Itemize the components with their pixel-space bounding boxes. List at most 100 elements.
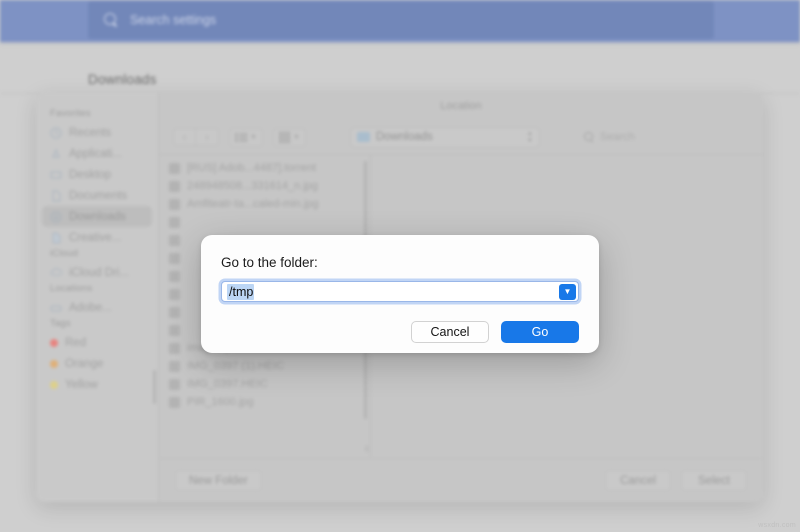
sidebar-item-label: Adobe...	[69, 301, 112, 314]
file-name: IMG_0397 (1).HEIC	[187, 360, 285, 372]
sidebar-group-favorites: Favorites Recents Applicati... Desktop D…	[36, 108, 158, 248]
file-name: 248948508...331614_n.jpg	[187, 180, 318, 192]
tag-dot-icon	[50, 359, 58, 368]
disk-icon	[50, 302, 62, 314]
sidebar-group-title: Tags	[50, 318, 71, 329]
sidebar-group-title: Favorites	[50, 108, 91, 119]
sidebar-item-tag-orange[interactable]: Orange	[42, 353, 152, 374]
file-icon	[169, 306, 180, 318]
folder-path-input-value[interactable]: /tmp	[227, 283, 255, 300]
sidebar-item-tag-yellow[interactable]: Yellow	[42, 374, 152, 395]
column-resize-handle[interactable]: ‖	[365, 444, 370, 454]
file-icon	[169, 270, 180, 282]
image-file-icon	[169, 396, 180, 408]
torrent-file-icon	[169, 162, 180, 174]
tag-dot-icon	[50, 338, 58, 347]
view-mode-button[interactable]: ▼	[229, 127, 263, 147]
dialog-cancel-button[interactable]: Cancel	[411, 321, 489, 343]
finder-search-placeholder: Search	[599, 131, 635, 143]
settings-search-input[interactable]: Search settings	[88, 1, 714, 39]
settings-top-bar: Search settings	[0, 0, 800, 42]
sidebar-item-label: Desktop	[69, 168, 112, 181]
settings-search-placeholder: Search settings	[130, 13, 217, 27]
sidebar-group-icloud: iCloud iCloud Dri...	[36, 248, 158, 283]
sidebar-item-creative[interactable]: Creative...	[42, 227, 152, 248]
applications-icon	[50, 147, 62, 160]
search-icon	[583, 132, 594, 142]
grid-view-icon	[278, 131, 290, 143]
group-by-button[interactable]: ▼	[272, 127, 306, 147]
folder-path-combobox[interactable]: /tmp ▼	[221, 281, 579, 302]
document-icon	[50, 232, 62, 244]
forward-button[interactable]: ›	[196, 128, 219, 146]
list-item[interactable]: IMG_0397.HEIC	[159, 375, 370, 393]
sidebar-group-tags: Tags Red Orange Yellow	[36, 318, 158, 395]
document-icon	[50, 189, 62, 202]
downloads-icon	[50, 210, 62, 223]
sidebar-item-label: Orange	[65, 357, 104, 370]
sidebar-item-desktop[interactable]: Desktop	[42, 164, 152, 185]
cloud-icon	[50, 267, 63, 279]
list-item[interactable]: 248948508...331614_n.jpg	[159, 177, 370, 195]
file-icon	[169, 216, 180, 228]
sidebar-item-label: Downloads	[69, 210, 126, 223]
list-item[interactable]	[159, 213, 370, 231]
file-name: PIR_1600.jpg	[187, 396, 254, 408]
sidebar-item-icloud-drive[interactable]: iCloud Dri...	[42, 262, 152, 283]
list-item[interactable]: Amfiteatr-ta...caled-min.jpg	[159, 195, 370, 213]
list-item[interactable]: PIR_1600.jpg	[159, 393, 370, 411]
back-button[interactable]: ‹	[173, 128, 196, 146]
stepper-icon: ▲ ▼	[526, 130, 533, 144]
location-label: Downloads	[375, 131, 433, 143]
page-title: Downloads	[88, 72, 157, 87]
sidebar-item-downloads[interactable]: Downloads	[42, 206, 152, 227]
sidebar-scrollbar[interactable]	[153, 370, 156, 404]
dialog-go-button[interactable]: Go	[501, 321, 579, 343]
cancel-button[interactable]: Cancel	[605, 470, 671, 491]
chevron-down-icon[interactable]: ▼	[559, 283, 576, 300]
go-to-folder-dialog: Go to the folder: /tmp ▼ Cancel Go	[201, 235, 599, 353]
image-file-icon	[169, 198, 180, 210]
sidebar-item-label: Red	[65, 336, 87, 349]
clock-icon	[50, 126, 62, 139]
bar-shadow	[0, 42, 800, 46]
nav-button-group: ‹ ›	[173, 128, 219, 146]
watermark: wsxdn.com	[758, 522, 796, 529]
sidebar-item-recents[interactable]: Recents	[42, 122, 152, 143]
image-file-icon	[169, 180, 180, 192]
search-icon	[104, 13, 118, 27]
list-item[interactable]: [RUS] Adob...4487].torrent	[159, 159, 370, 177]
sidebar-group-title: iCloud	[50, 248, 79, 259]
sidebar-group-locations: Locations Adobe...	[36, 283, 158, 318]
list-item[interactable]: IMG_0397 (1).HEIC	[159, 357, 370, 375]
sidebar-item-label: Creative...	[69, 231, 122, 244]
dialog-actions: Cancel Go	[221, 321, 579, 343]
select-button[interactable]: Select	[681, 470, 747, 491]
sidebar-item-adobe[interactable]: Adobe...	[42, 297, 152, 318]
sidebar-item-applications[interactable]: Applicati...	[42, 143, 152, 164]
file-name: IMG_0397.HEIC	[187, 378, 268, 390]
tag-dot-icon	[50, 380, 58, 389]
sidebar-item-documents[interactable]: Documents	[42, 185, 152, 206]
sidebar-item-tag-red[interactable]: Red	[42, 332, 152, 353]
finder-toolbar: ‹ › ▼ ▼ Downloads ▲ ▼ Search	[159, 120, 763, 154]
file-icon	[169, 252, 180, 264]
finder-footer: New Folder Cancel Select	[159, 458, 763, 502]
file-icon	[169, 288, 180, 300]
file-name: Amfiteatr-ta...caled-min.jpg	[187, 198, 319, 210]
finder-sidebar: Favorites Recents Applicati... Desktop D…	[36, 92, 159, 502]
file-name: [RUS] Adob...4487].torrent	[187, 162, 317, 174]
chevron-down-icon: ▼	[250, 133, 257, 141]
folder-icon	[356, 132, 370, 142]
psd-file-icon	[169, 342, 180, 354]
screen: Search settings Downloads Favorites Rece…	[0, 0, 800, 532]
image-file-icon	[169, 360, 180, 372]
finder-search-input[interactable]: Search	[575, 127, 716, 147]
sidebar-item-label: Applicati...	[69, 147, 123, 160]
file-icon	[169, 324, 180, 336]
desktop-icon	[50, 169, 62, 181]
new-folder-button[interactable]: New Folder	[175, 470, 262, 491]
column-view-icon	[235, 132, 247, 142]
sidebar-group-title: Locations	[50, 283, 93, 294]
location-popup-button[interactable]: Downloads ▲ ▼	[349, 126, 540, 148]
